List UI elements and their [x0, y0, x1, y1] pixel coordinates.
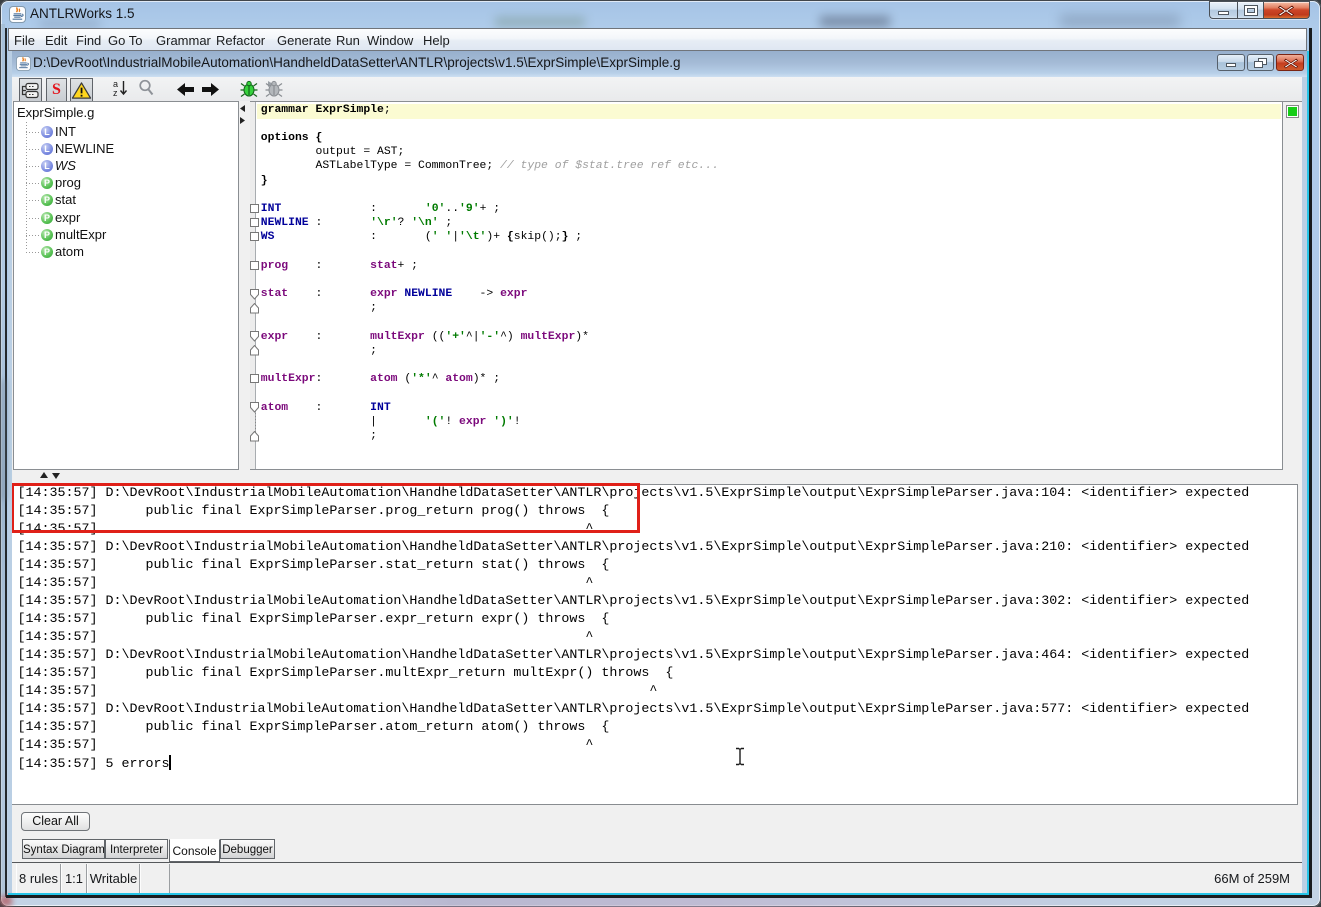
svg-text:z: z [113, 88, 118, 98]
